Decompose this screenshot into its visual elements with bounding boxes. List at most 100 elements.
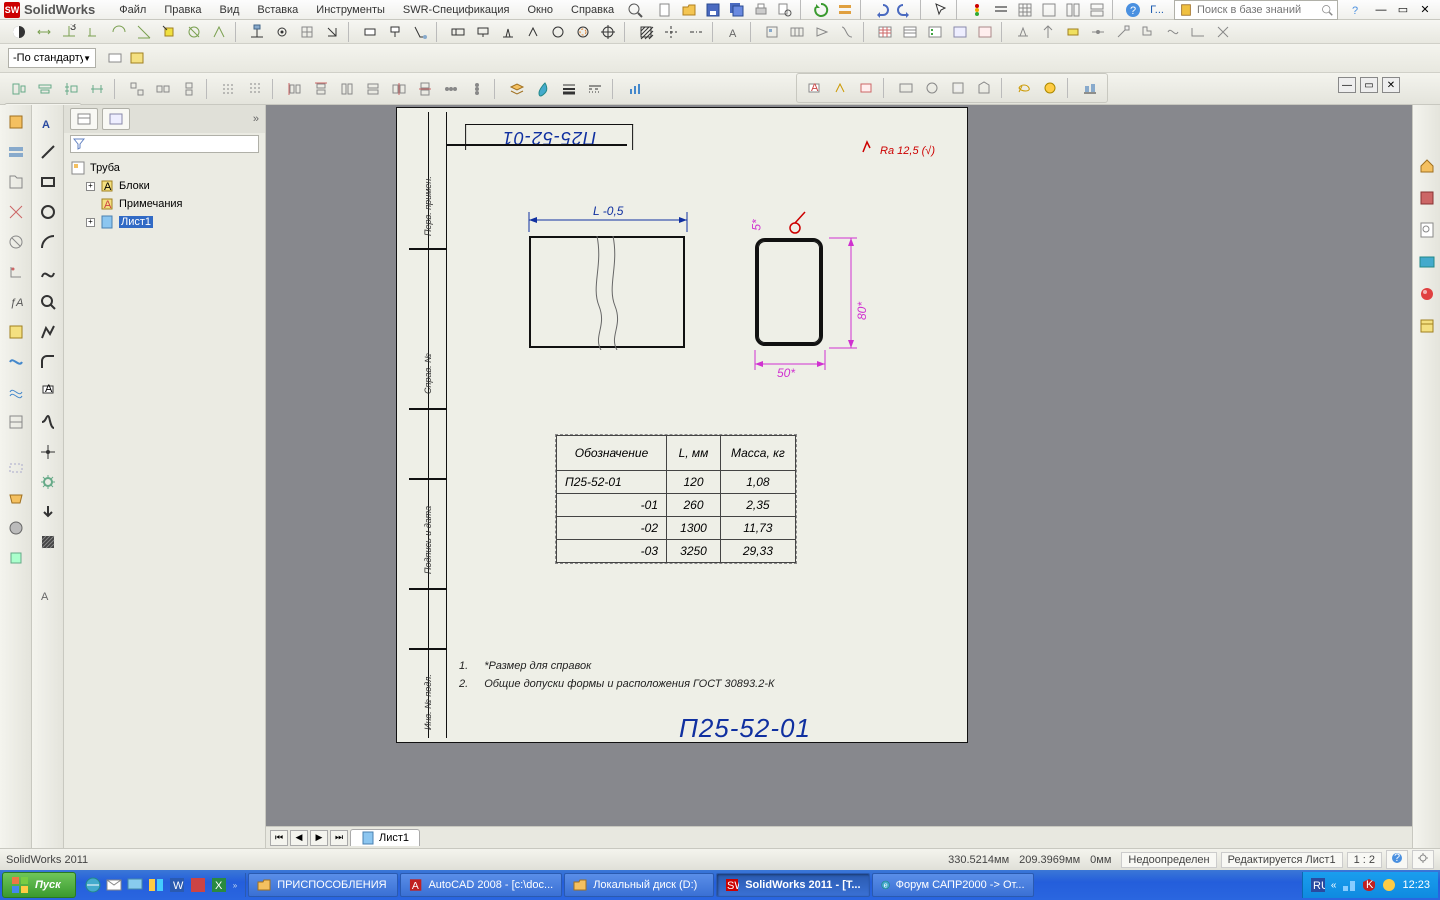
preview-icon[interactable] [774, 0, 796, 21]
sym6-icon[interactable] [947, 77, 969, 99]
taskbar-item-3[interactable]: Локальный диск (D:) [564, 873, 714, 897]
al5-icon[interactable] [126, 78, 148, 100]
ql-ie-icon[interactable] [84, 876, 102, 894]
al12-icon[interactable] [336, 78, 358, 100]
saveall-icon[interactable] [726, 0, 748, 21]
lt1-8-icon[interactable] [3, 319, 29, 345]
lt2-fillet-icon[interactable] [35, 349, 61, 375]
lt1-14-icon[interactable] [3, 515, 29, 541]
drawing-canvas[interactable]: Перв. примен. Справ. № Подпись и дата Ин… [266, 105, 1412, 848]
lt2-spline-icon[interactable] [35, 259, 61, 285]
tb-ref3-icon[interactable] [296, 21, 318, 43]
lt2-circ-icon[interactable] [35, 199, 61, 225]
lt1-4-icon[interactable] [3, 199, 29, 225]
lt1-3-icon[interactable] [3, 169, 29, 195]
menu-edit[interactable]: Правка [156, 2, 209, 18]
al6-icon[interactable] [152, 78, 174, 100]
sym8-icon[interactable] [1013, 77, 1035, 99]
taskbar-item-2[interactable]: AAutoCAD 2008 - [c:\doc... [400, 873, 562, 897]
sym9-icon[interactable] [1039, 77, 1061, 99]
select-icon[interactable] [930, 0, 952, 21]
taskbar-item-1[interactable]: ПРИСПОСОБЛЕНИЯ [248, 873, 398, 897]
lt1-7-icon[interactable]: ƒA [3, 289, 29, 315]
tray-vol-icon[interactable] [1382, 878, 1396, 892]
lt2-note-icon[interactable]: A [35, 379, 61, 405]
traffic-icon[interactable] [966, 0, 988, 21]
taskbar-item-5[interactable]: eФорум САПР2000 -> От... [872, 873, 1034, 897]
tb-tbl5-icon[interactable] [974, 21, 996, 43]
al10-icon[interactable] [284, 78, 306, 100]
lt2-cog-icon[interactable] [35, 469, 61, 495]
sym10-icon[interactable] [1079, 77, 1101, 99]
tray-clock[interactable]: 12:23 [1402, 879, 1430, 891]
tree-tab-1[interactable] [70, 108, 98, 130]
ql-desktop-icon[interactable] [126, 876, 144, 894]
layers-icon[interactable] [990, 0, 1012, 21]
tray-expand-icon[interactable]: « [1331, 880, 1337, 891]
sym7-icon[interactable] [973, 77, 995, 99]
ql-word-icon[interactable]: W [168, 876, 186, 894]
fmt-color-icon[interactable] [532, 78, 554, 100]
lt1-5-icon[interactable] [3, 229, 29, 255]
sym1-icon[interactable]: A [803, 77, 825, 99]
tray-lang-icon[interactable]: RU [1311, 878, 1325, 892]
tb-x2-icon[interactable] [1037, 21, 1059, 43]
sym5-icon[interactable] [921, 77, 943, 99]
undo-icon[interactable] [870, 0, 892, 21]
tb-sf-icon[interactable] [522, 21, 544, 43]
mdi-close-icon[interactable]: ✕ [1382, 77, 1400, 93]
tb-dim2-icon[interactable]: 3D [58, 21, 80, 43]
tb-tbl1-icon[interactable] [874, 21, 896, 43]
window-min-icon[interactable]: — [1370, 0, 1392, 21]
tree-root[interactable]: Труба [70, 159, 259, 177]
menu-swr[interactable]: SWR-Спецификация [395, 2, 518, 18]
lt2-hatch-icon[interactable] [35, 529, 61, 555]
sym3-icon[interactable] [855, 77, 877, 99]
lt1-6-icon[interactable] [3, 259, 29, 285]
tb-dim3-icon[interactable] [83, 21, 105, 43]
search-input[interactable] [1197, 4, 1317, 16]
lt2-poly-icon[interactable] [35, 319, 61, 345]
tb-tbl2-icon[interactable] [899, 21, 921, 43]
tb-note3-icon[interactable] [409, 21, 431, 43]
al17-icon[interactable] [466, 78, 488, 100]
rd-prop-icon[interactable] [1414, 313, 1440, 339]
taskbar-item-4[interactable]: SWSolidWorks 2011 - [Т... [716, 873, 869, 897]
ql-expand-icon[interactable]: » [231, 881, 239, 890]
status-cog-icon[interactable] [1412, 850, 1434, 869]
tb-x9-icon[interactable] [1212, 21, 1234, 43]
lt2-curve-icon[interactable] [35, 409, 61, 435]
lt2-point-icon[interactable] [35, 439, 61, 465]
tb-ref4-icon[interactable] [321, 21, 343, 43]
tb-circ-icon[interactable] [547, 21, 569, 43]
lt1-15-icon[interactable] [3, 545, 29, 571]
fmt-dash-icon[interactable] [584, 78, 606, 100]
tree-sheet1[interactable]: + Лист1 [70, 213, 259, 231]
tree-filter-input[interactable] [70, 135, 259, 153]
lt1-9-icon[interactable] [3, 349, 29, 375]
al15-icon[interactable] [414, 78, 436, 100]
tb-gtol2-icon[interactable] [472, 21, 494, 43]
lt1-10-icon[interactable] [3, 379, 29, 405]
fmt-thick-icon[interactable] [558, 78, 580, 100]
sheet-nav-first-icon[interactable]: ⏮ [270, 830, 288, 846]
mdi-min-icon[interactable]: — [1338, 77, 1356, 93]
tb-ref1-icon[interactable] [246, 21, 268, 43]
lt1-2-icon[interactable] [3, 139, 29, 165]
fmt-chart-icon[interactable] [624, 78, 646, 100]
tb-dim5-icon[interactable] [133, 21, 155, 43]
al1-icon[interactable] [8, 78, 30, 100]
print-icon[interactable] [750, 0, 772, 21]
lt1-13-icon[interactable] [3, 485, 29, 511]
options-icon[interactable] [834, 0, 856, 21]
fmt-layer-icon[interactable] [506, 78, 528, 100]
tb-gtol1-icon[interactable] [447, 21, 469, 43]
redo-icon[interactable] [894, 0, 916, 21]
view3-icon[interactable] [1086, 0, 1108, 21]
rebuild-icon[interactable] [810, 0, 832, 21]
tb-tbl4-icon[interactable] [949, 21, 971, 43]
sym4-icon[interactable] [895, 77, 917, 99]
tb-dim1-icon[interactable] [33, 21, 55, 43]
lt1-11-icon[interactable] [3, 409, 29, 435]
lt2-bigA-icon[interactable]: A [35, 581, 61, 607]
